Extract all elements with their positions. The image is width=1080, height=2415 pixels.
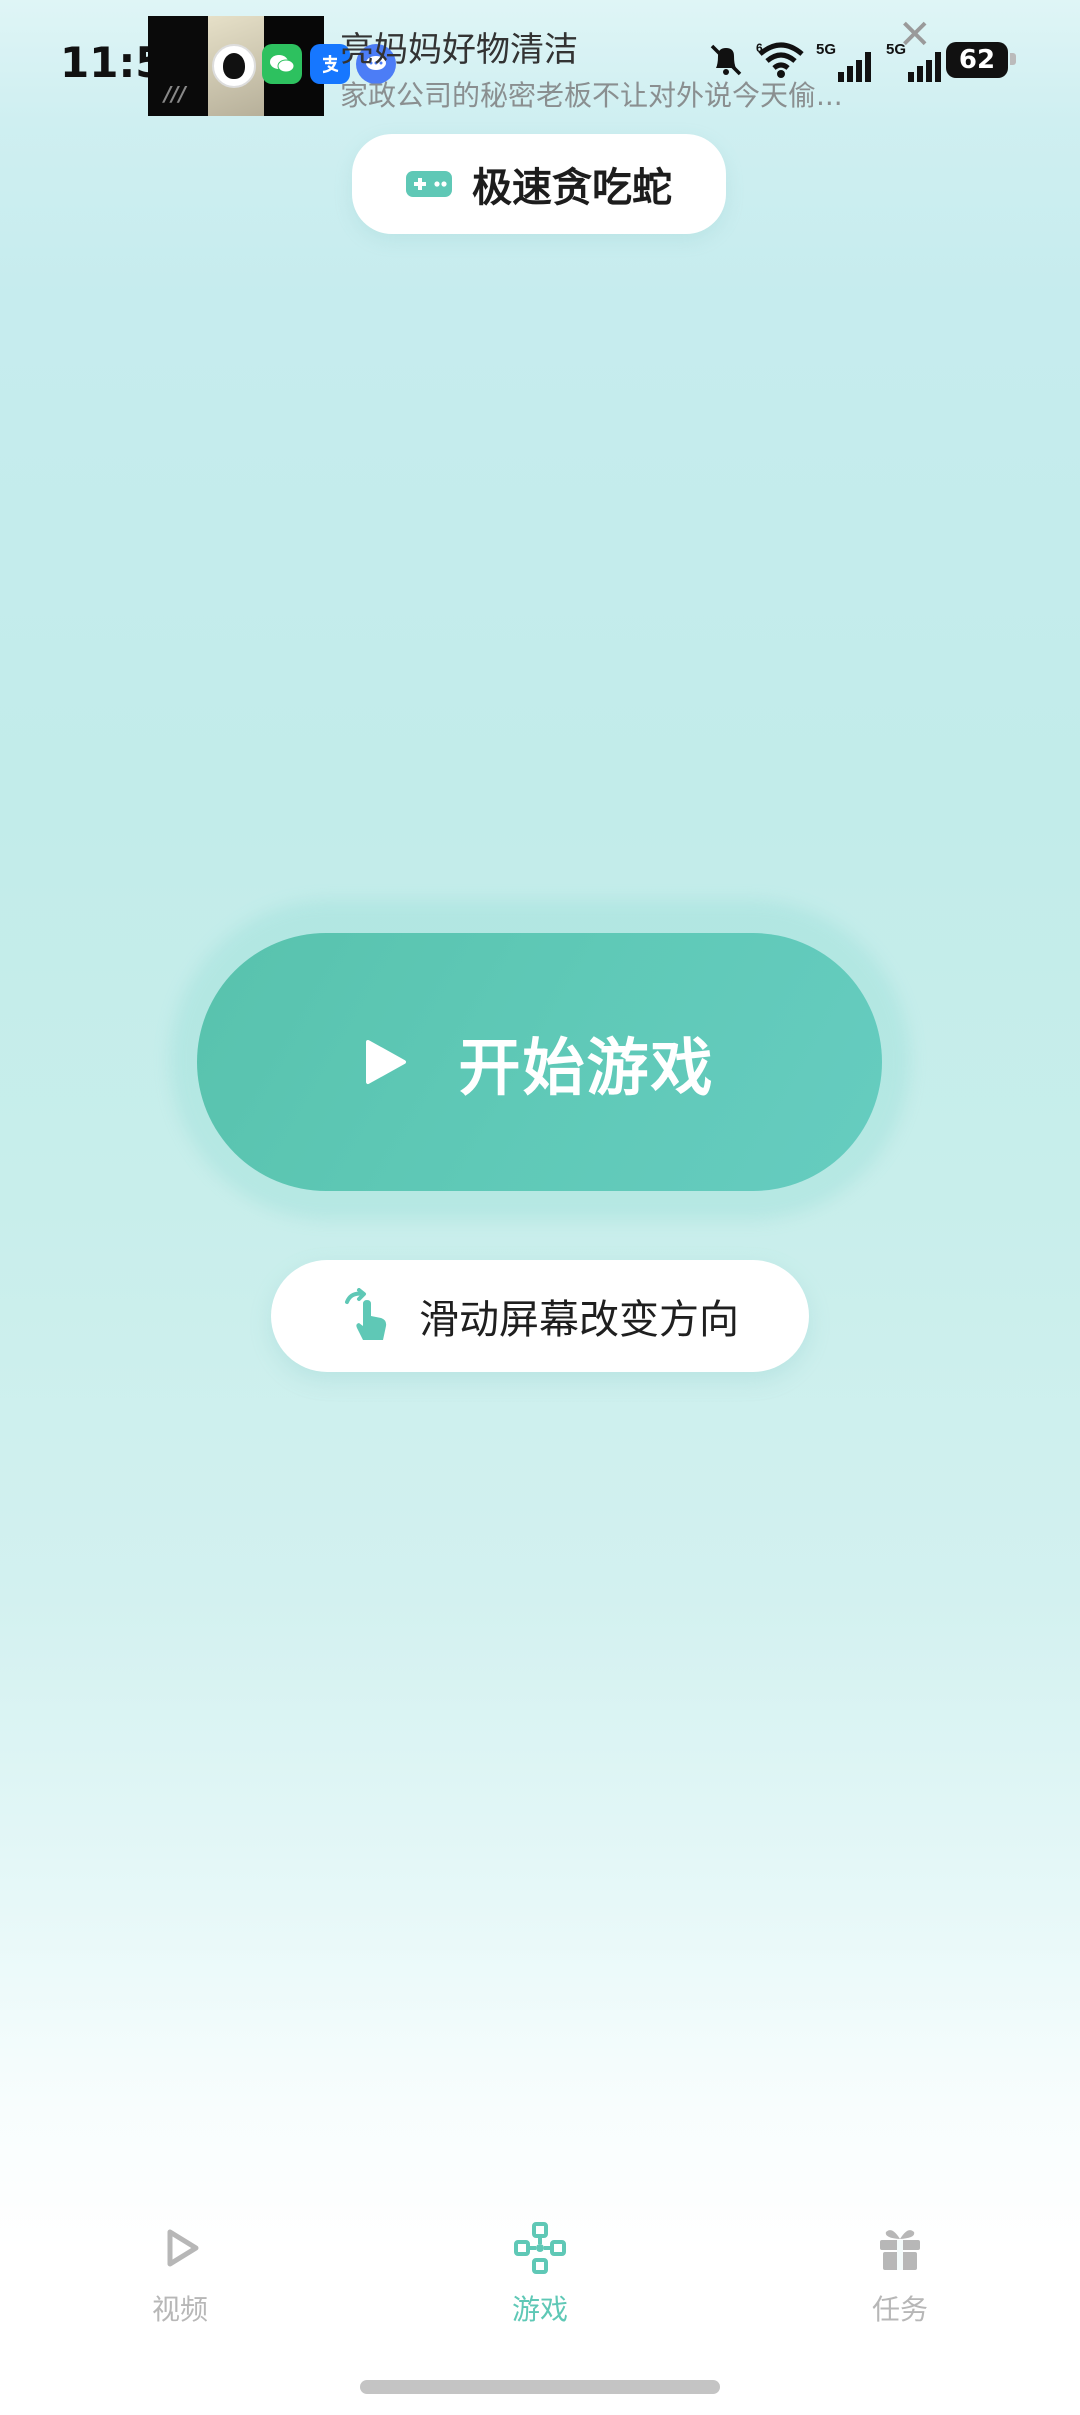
battery-indicator: 62 — [946, 42, 1008, 78]
gamepad-icon — [406, 171, 452, 197]
mute-bell-icon — [710, 44, 742, 76]
swipe-hand-icon — [345, 1288, 387, 1340]
nav-tab-label: 任务 — [871, 2293, 928, 2326]
wechat-icon — [262, 44, 302, 84]
nav-tab-video[interactable]: 视频 — [80, 2200, 280, 2340]
cellular-signal-icon: 5G — [816, 41, 871, 82]
game-title: 极速贪吃蛇 — [472, 165, 672, 211]
play-outline-icon — [167, 2229, 199, 2267]
swipe-hint: 滑动屏幕改变方向 — [271, 1260, 809, 1372]
play-icon — [366, 1040, 407, 1084]
swipe-hint-label: 滑动屏幕改变方向 — [419, 1297, 739, 1343]
svg-text:6: 6 — [756, 41, 763, 55]
status-bar: 11:54 /// 亮妈妈好物清洁 家政公司的秘密老板不让对外说今天偷... ✕… — [0, 0, 1080, 140]
notification-title[interactable]: 亮妈妈好物清洁 — [340, 22, 578, 71]
qq-icon — [212, 44, 256, 88]
game-title-pill: 极速贪吃蛇 — [352, 134, 726, 234]
home-indicator[interactable] — [360, 2380, 720, 2394]
battery-tip — [1010, 53, 1016, 65]
network-label: 5G — [886, 41, 906, 58]
app-logo-icon: /// — [164, 82, 186, 106]
nav-tab-game[interactable]: 游戏 — [440, 2200, 640, 2340]
start-game-label: 开始游戏 — [458, 1031, 715, 1104]
cellular-signal-icon: 5G — [886, 41, 941, 82]
bottom-nav: 视频 游戏 任务 — [0, 2200, 1080, 2360]
nav-tab-label: 视频 — [151, 2293, 208, 2326]
start-game-button[interactable]: 开始游戏 — [197, 933, 882, 1191]
status-icons: 6 5G 5G 62 — [706, 40, 1026, 84]
gamepad-icon — [514, 2222, 566, 2274]
nav-tab-label: 游戏 — [511, 2293, 568, 2326]
wifi-icon: 6 — [756, 41, 804, 78]
nav-tab-task[interactable]: 任务 — [800, 2200, 1000, 2340]
gift-icon — [880, 2230, 920, 2270]
network-label: 5G — [816, 41, 836, 58]
